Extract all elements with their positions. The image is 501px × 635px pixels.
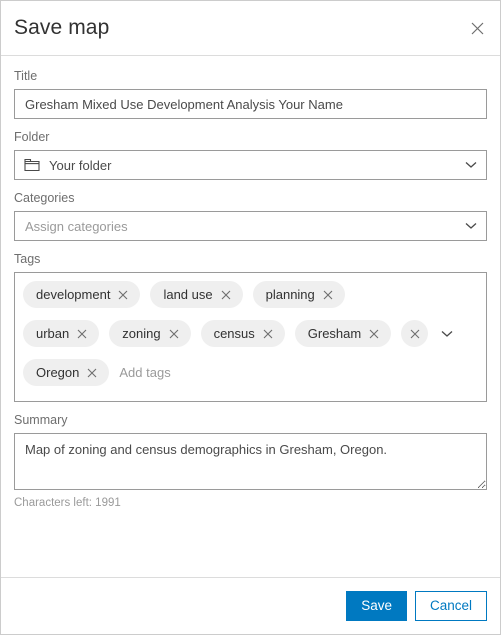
tags-input-container[interactable]: development land use planning urban zoni… [14,272,487,402]
categories-select[interactable]: Assign categories [14,211,487,241]
categories-label: Categories [14,191,75,205]
cancel-button[interactable]: Cancel [414,591,487,621]
chevron-down-icon [456,161,486,169]
chevron-down-icon [456,222,486,230]
tag-label: Oregon [36,365,80,380]
tags-input[interactable] [119,359,478,386]
folder-value: Your folder [49,157,112,173]
tag-row: development land use planning [23,280,478,309]
tag-remove-icon[interactable] [319,286,337,304]
title-label: Title [14,69,38,83]
tag-pill: Oregon [23,359,110,386]
chevron-down-icon-glyph [441,330,453,337]
close-icon-glyph [169,329,178,338]
folder-label: Folder [14,130,50,144]
tag-remove-icon[interactable] [83,364,101,382]
tag-pill: planning [252,281,345,308]
close-icon-glyph [87,368,97,377]
tag-pill: land use [150,281,243,308]
tag-pill: Gresham [294,320,392,347]
close-icon-glyph [263,329,273,338]
chevron-down-icon-glyph [465,223,477,229]
tag-row: urban zoning census Gresham [23,319,478,348]
tag-label: land use [163,287,213,302]
tags-field: Tags development land use planning urban… [14,251,487,402]
close-icon-glyph [410,329,420,338]
tag-label: urban [36,326,70,341]
tag-label: Gresham [307,326,362,341]
tags-clear-all-button[interactable] [401,320,429,347]
folder-icon [15,158,49,172]
folder-field: Folder Your folder [14,129,487,180]
close-icon[interactable] [464,15,490,41]
close-icon-glyph [369,329,379,338]
categories-placeholder: Assign categories [25,218,128,234]
characters-left-text: Characters left: 1991 [14,497,121,509]
chevron-down-icon-glyph [465,162,477,168]
tags-chevron-down-icon[interactable] [436,320,458,347]
tag-label: planning [265,287,315,302]
close-icon-glyph [323,290,333,299]
tag-label: census [213,326,255,341]
save-button[interactable]: Save [346,591,407,621]
title-field: Title [14,68,487,119]
tag-remove-icon[interactable] [259,325,277,343]
page-title: Save map [14,16,110,39]
title-input[interactable] [14,89,487,119]
categories-field: Categories Assign categories [14,190,487,241]
close-icon-glyph [77,329,87,338]
tag-row: Oregon [23,358,478,387]
folder-icon-glyph [24,158,40,172]
tag-remove-icon[interactable] [217,286,235,304]
tag-pill: zoning [109,320,191,347]
summary-textarea[interactable] [14,433,487,490]
tag-pill: census [200,320,285,347]
summary-label: Summary [14,413,68,427]
tag-remove-icon[interactable] [165,325,183,343]
close-icon-glyph [221,290,230,299]
tag-remove-icon[interactable] [114,286,132,304]
summary-field: Summary Characters left: 1991 [14,412,487,510]
dialog-body: Title Folder Your folder [1,56,500,577]
tag-pill: development [23,281,141,308]
tag-remove-icon[interactable] [365,325,383,343]
close-icon-glyph [119,290,128,299]
save-map-dialog: Save map Title Folder [0,0,501,635]
tag-pill: urban [23,320,100,347]
tag-label: development [36,287,111,302]
folder-select[interactable]: Your folder [14,150,487,180]
tags-label: Tags [14,252,41,266]
tag-remove-icon[interactable] [73,325,91,343]
dialog-footer: Save Cancel [1,577,500,634]
close-icon-glyph [471,22,483,34]
tag-label: zoning [122,326,161,341]
dialog-header: Save map [1,1,500,56]
